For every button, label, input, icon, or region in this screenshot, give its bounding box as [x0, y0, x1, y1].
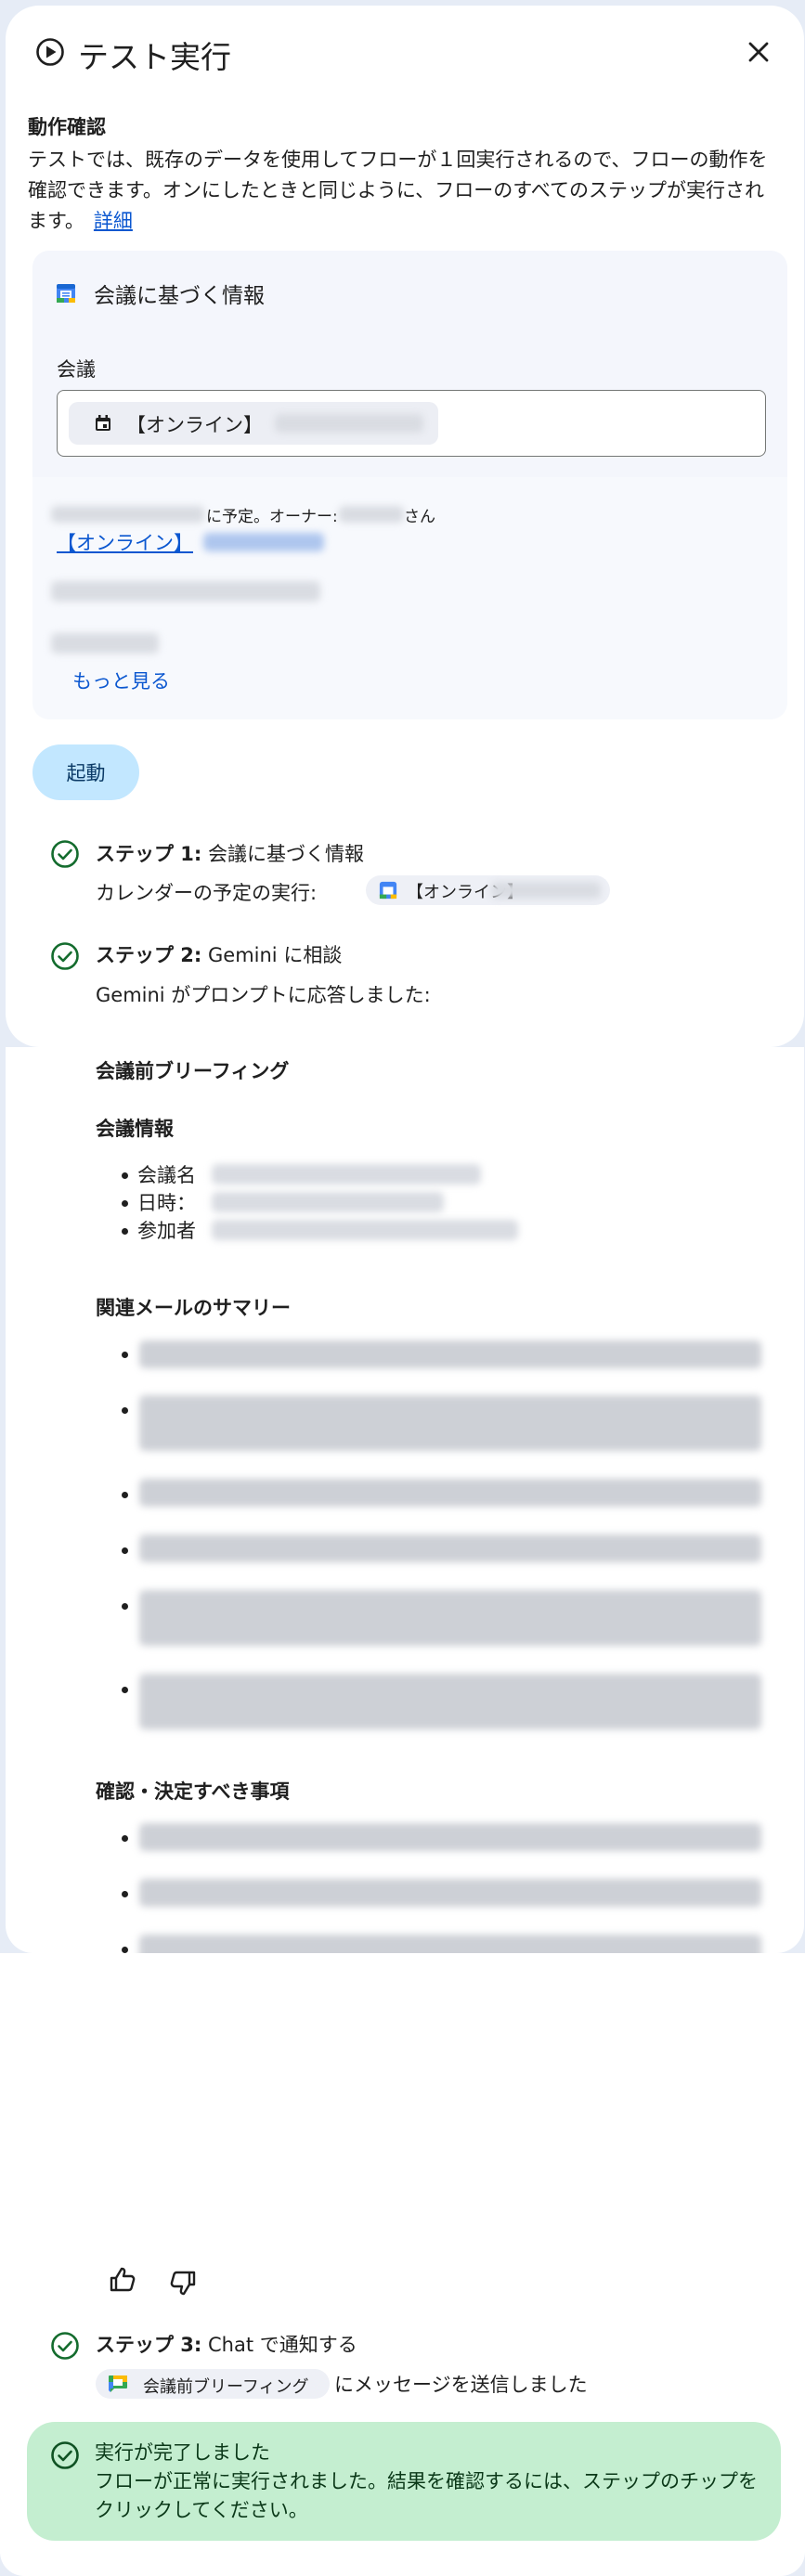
step-3-title[interactable]: ステップ 3: Chat で通知する: [96, 2330, 357, 2358]
step-3-name: Chat で通知する: [208, 2334, 357, 2356]
check-circle-icon: [51, 2441, 79, 2469]
completion-title: 実行が完了しました: [95, 2441, 270, 2464]
footer-layer: ステップ 3: Chat で通知する 会議前ブリーフィング にメッセージを送信し…: [0, 0, 805, 2576]
completion-line-2: クリックしてください。: [95, 2499, 308, 2521]
thumbs-up-icon[interactable]: [108, 2265, 137, 2295]
completion-message: フローが正常に実行されました。結果を確認するには、ステップのチップを クリックし…: [95, 2467, 773, 2525]
step-3-detail: にメッセージを送信しました: [334, 2374, 588, 2396]
step-3-space-chip[interactable]: 会議前ブリーフィング: [96, 2369, 330, 2399]
thumbs-down-icon[interactable]: [168, 2268, 198, 2298]
check-circle-icon: [51, 2332, 79, 2360]
completion-line-1: フローが正常に実行されました。結果を確認するには、ステップのチップを: [95, 2470, 758, 2492]
completion-banner: 実行が完了しました フローが正常に実行されました。結果を確認するには、ステップの…: [27, 2422, 781, 2541]
step-3-prefix: ステップ 3:: [96, 2334, 202, 2356]
step-3-chip-text: 会議前ブリーフィング: [143, 2377, 309, 2397]
google-chat-icon: [109, 2375, 127, 2392]
